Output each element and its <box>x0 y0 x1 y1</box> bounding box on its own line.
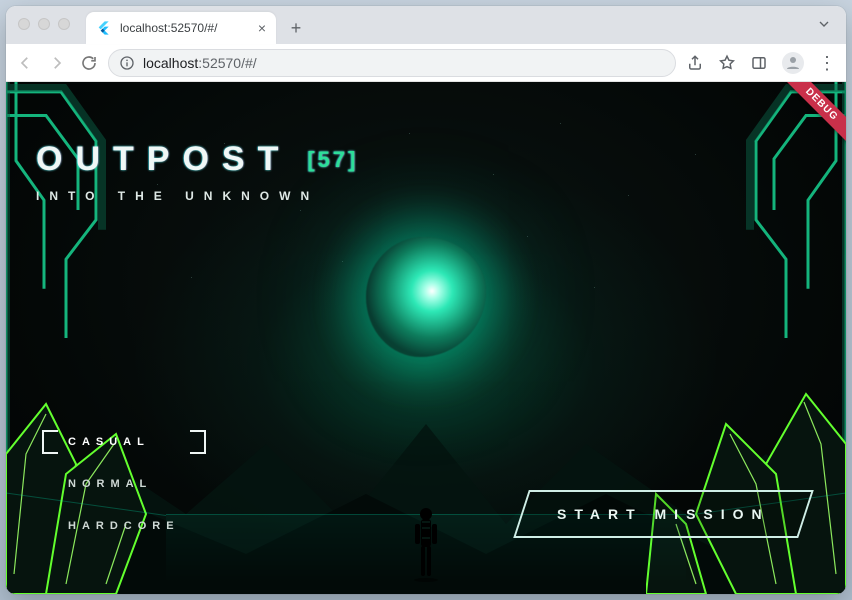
difficulty-option-normal[interactable]: NORMAL <box>42 472 206 496</box>
nav-back-icon[interactable] <box>16 54 34 72</box>
window-controls <box>18 18 70 30</box>
site-info-icon[interactable] <box>119 55 135 71</box>
nav-reload-icon[interactable] <box>80 54 98 72</box>
browser-menu-icon[interactable]: ⋮ <box>818 54 836 72</box>
window-zoom-dot[interactable] <box>58 18 70 30</box>
profile-avatar-icon[interactable] <box>782 52 804 74</box>
nav-forward-icon[interactable] <box>48 54 66 72</box>
browser-window: localhost:52570/#/ × + localhost:52570/#… <box>6 6 846 594</box>
anomaly-glow <box>346 217 506 377</box>
tab-title: localhost:52570/#/ <box>120 21 250 35</box>
start-mission-button[interactable]: START MISSION <box>514 490 814 538</box>
game-title-main: OUTPOST <box>36 140 291 179</box>
tab-strip: localhost:52570/#/ × + <box>6 6 846 44</box>
new-tab-button[interactable]: + <box>282 14 310 42</box>
difficulty-selector: CASUAL NORMAL HARDCORE <box>42 430 206 538</box>
flutter-favicon-icon <box>96 20 112 36</box>
window-close-dot[interactable] <box>18 18 30 30</box>
difficulty-option-hardcore[interactable]: HARDCORE <box>42 514 206 538</box>
player-silhouette <box>411 504 441 582</box>
nav-buttons <box>16 54 98 72</box>
game-viewport: DEBUG OUTPOST [57] INTO THE UNKNOWN CASU… <box>6 82 846 594</box>
address-bar[interactable]: localhost:52570/#/ <box>108 49 676 77</box>
start-mission-label: START MISSION <box>557 506 770 522</box>
game-subtitle: INTO THE UNKNOWN <box>36 189 362 203</box>
url-host: localhost <box>143 55 198 71</box>
bookmark-star-icon[interactable] <box>718 54 736 72</box>
window-minimize-dot[interactable] <box>38 18 50 30</box>
difficulty-option-casual[interactable]: CASUAL <box>42 430 206 454</box>
browser-toolbar: localhost:52570/#/ ⋮ <box>6 44 846 82</box>
browser-tab[interactable]: localhost:52570/#/ × <box>86 12 276 44</box>
share-icon[interactable] <box>686 54 704 72</box>
url-text: localhost:52570/#/ <box>143 55 257 71</box>
game-title-block: OUTPOST [57] INTO THE UNKNOWN <box>36 140 362 203</box>
url-path: :52570/#/ <box>198 55 256 71</box>
side-panel-icon[interactable] <box>750 54 768 72</box>
tab-close-icon[interactable]: × <box>258 21 266 35</box>
toolbar-right: ⋮ <box>686 52 836 74</box>
tabs-overflow-icon[interactable] <box>816 16 832 37</box>
game-title-badge: [57] <box>303 147 362 173</box>
